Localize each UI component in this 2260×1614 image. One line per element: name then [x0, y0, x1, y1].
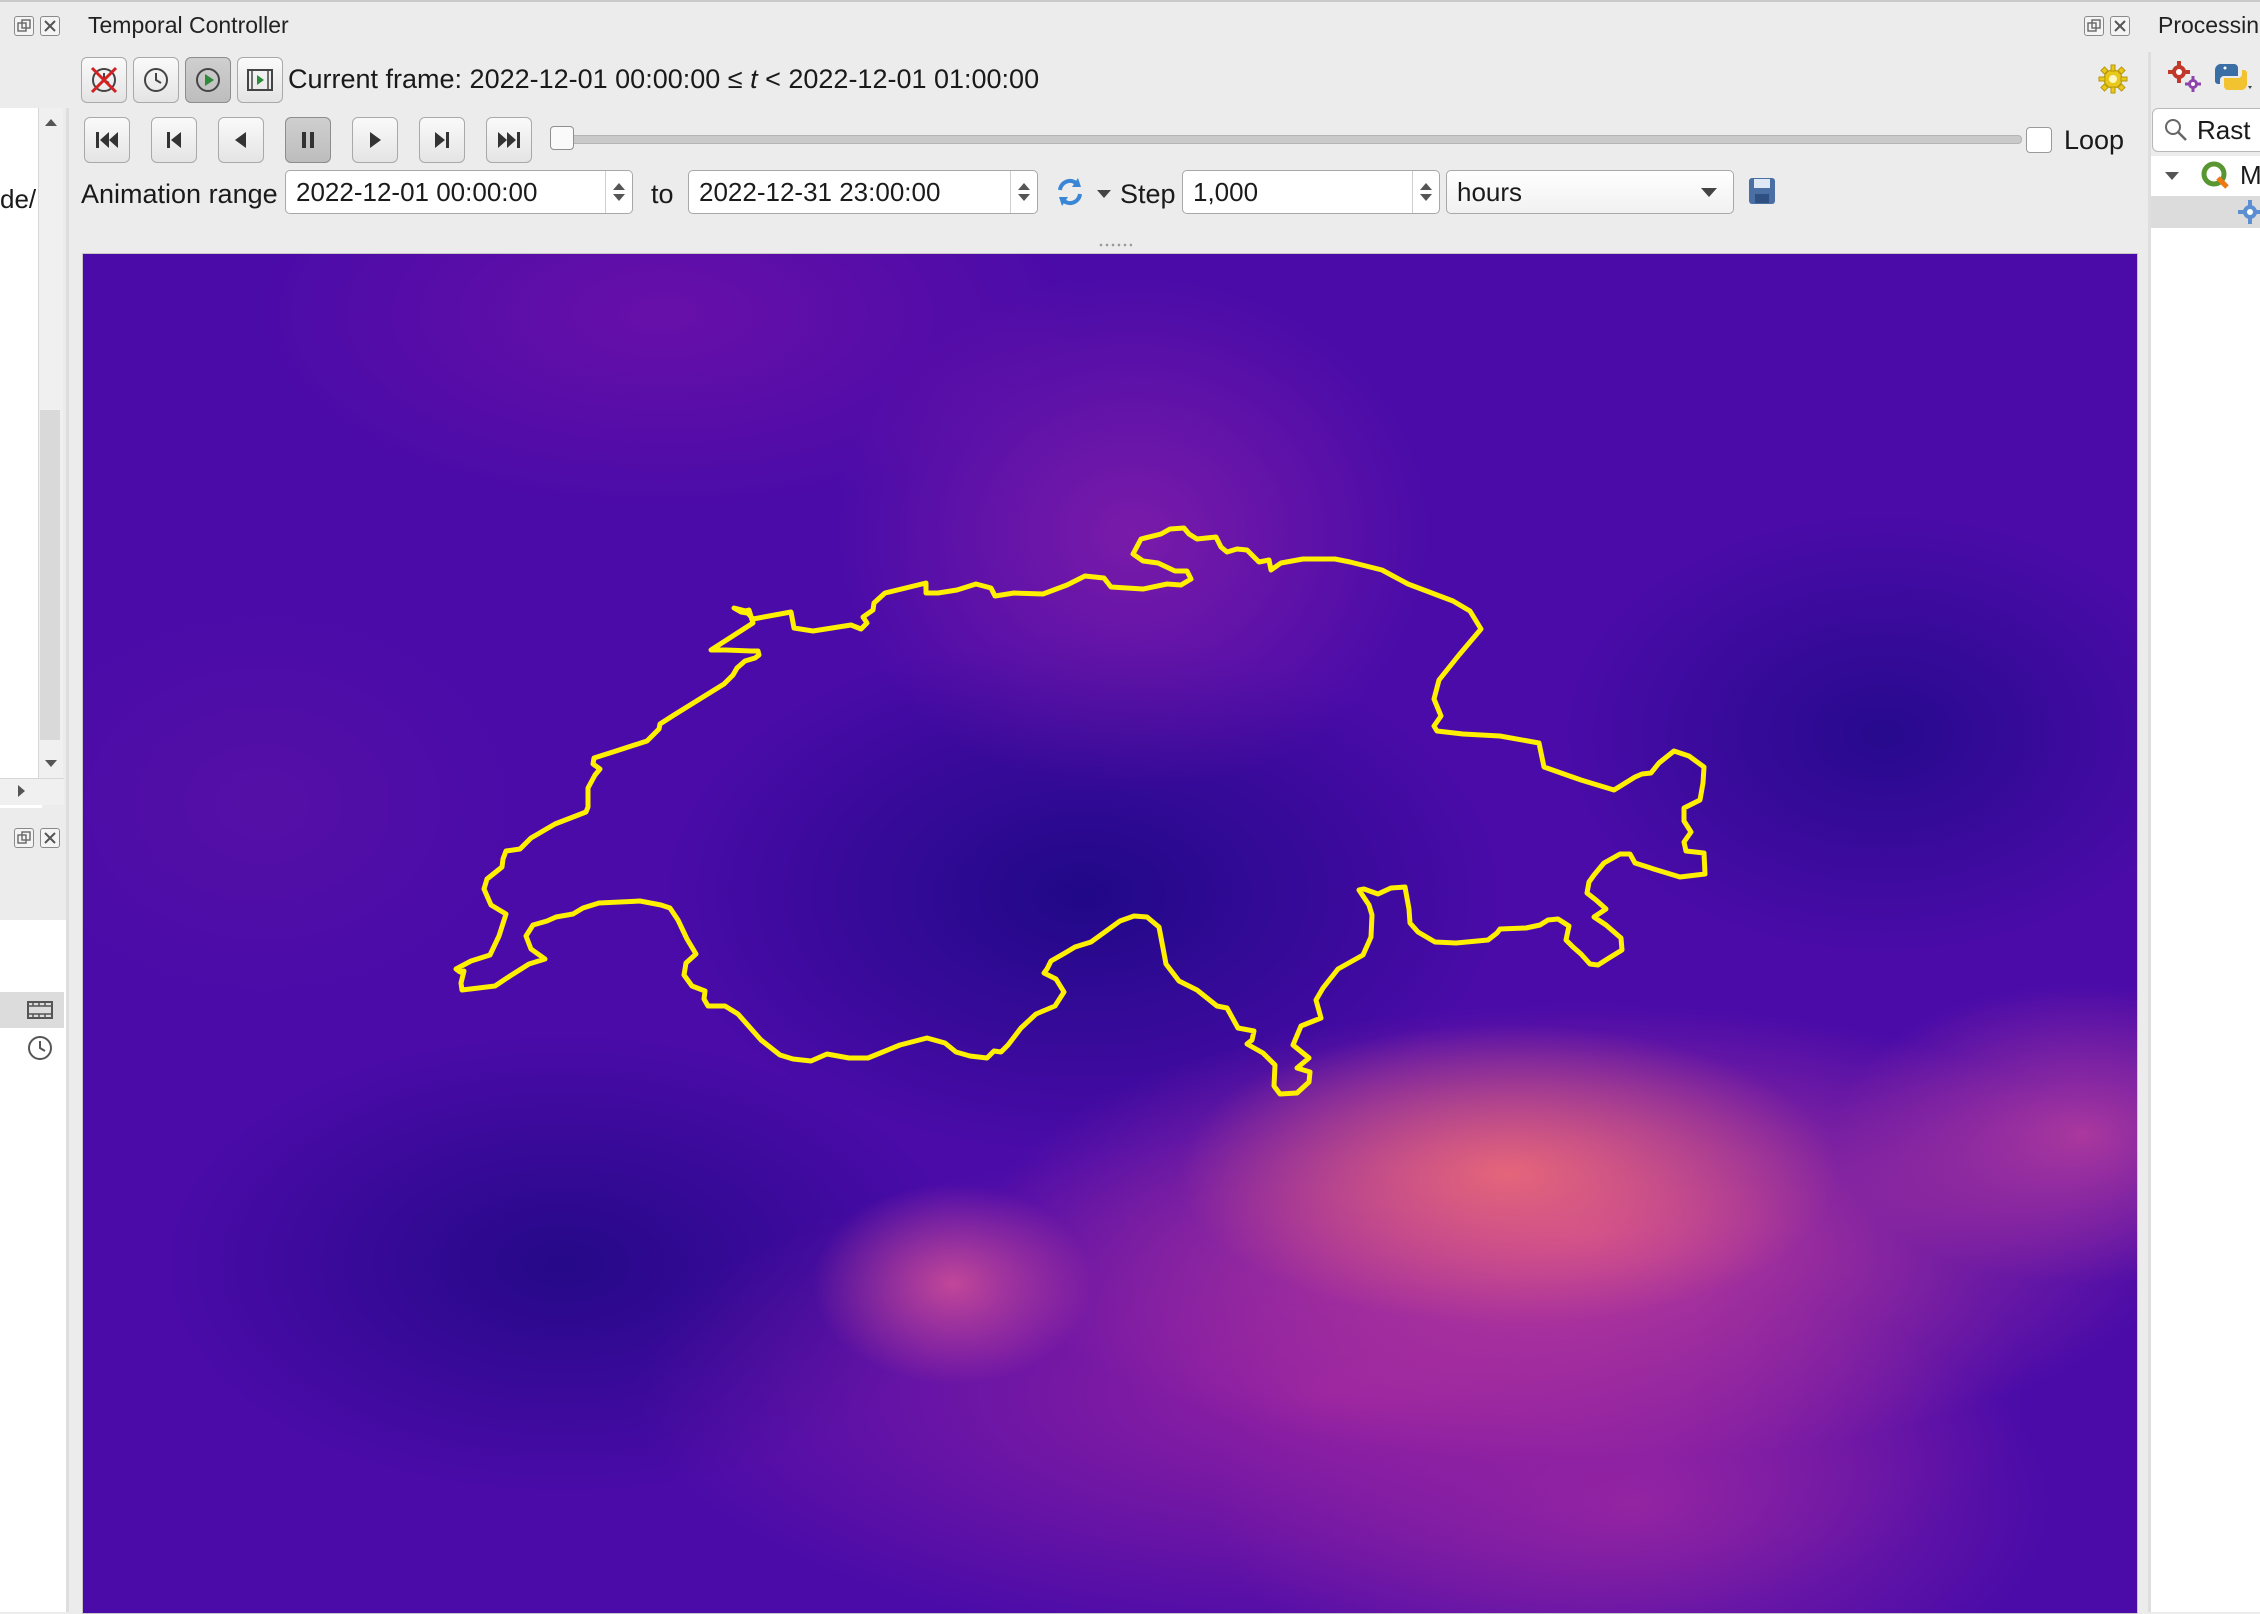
processing-search-value: Rast: [2197, 114, 2251, 145]
lower-dock-buttons: [14, 828, 60, 848]
current-frame-prefix: Current frame: 2022-12-01 00:00:00 ≤: [288, 64, 751, 94]
algorithm-gear-icon: [2236, 198, 2260, 231]
close-panel-icon[interactable]: [2110, 16, 2130, 36]
current-frame-label: Current frame: 2022-12-01 00:00:00 ≤ t <…: [288, 64, 1039, 95]
left-dock-buttons: [14, 16, 60, 36]
processing-tree: [2151, 156, 2260, 1612]
refresh-range-icon[interactable]: [1052, 174, 1088, 215]
processing-search-field[interactable]: Rast: [2152, 108, 2260, 152]
current-frame-variable: t: [750, 64, 758, 94]
temporal-settings-gear-icon[interactable]: [2096, 62, 2130, 101]
qgis-logo-icon: [2200, 160, 2230, 195]
scroll-up-icon[interactable]: [44, 114, 58, 132]
spin-arrows-icon[interactable]: [605, 171, 632, 213]
switzerland-border: [453, 525, 1708, 1097]
float-panel-icon[interactable]: [14, 16, 34, 36]
movie-frames-icon: [247, 69, 273, 91]
frame-slider-track[interactable]: [560, 135, 2022, 144]
spin-arrows-icon[interactable]: [1010, 171, 1037, 213]
left-splitter[interactable]: [66, 108, 69, 1612]
animated-navigation-button[interactable]: [185, 57, 231, 103]
chevron-down-icon: [1701, 187, 1717, 197]
pause-button[interactable]: [285, 117, 331, 163]
float-panel-icon[interactable]: [14, 828, 34, 848]
tree-item-label: M: [2240, 160, 2260, 190]
scroll-right-icon[interactable]: [17, 784, 27, 803]
float-panel-icon[interactable]: [2084, 16, 2104, 36]
pause-icon: [302, 132, 314, 148]
left-partial-text: de/: [0, 184, 37, 214]
splitter-grip[interactable]: [1098, 243, 1132, 247]
close-panel-icon[interactable]: [40, 16, 60, 36]
export-animation-save-icon[interactable]: [1746, 175, 1778, 212]
step-value-spinbox[interactable]: 1,000: [1182, 170, 1440, 214]
play-backward-button[interactable]: [218, 117, 264, 163]
skip-to-end-icon: [498, 132, 520, 148]
play-forward-icon: [370, 132, 381, 148]
play-forward-button[interactable]: [352, 117, 398, 163]
step-label: Step: [1120, 179, 1176, 209]
processing-panel-title: Processin: [2158, 12, 2259, 38]
python-icon[interactable]: [2214, 60, 2254, 99]
loop-label: Loop: [2064, 125, 2125, 155]
step-value: 1,000: [1193, 176, 1259, 207]
step-unit-value: hours: [1457, 176, 1523, 207]
step-unit-select[interactable]: hours: [1446, 170, 1734, 214]
animation-range-label: Animation range: [81, 179, 278, 209]
play-backward-icon: [235, 132, 246, 148]
step-forward-icon: [435, 132, 449, 148]
left-scrollbar-thumb[interactable]: [40, 410, 60, 740]
step-back-button[interactable]: [151, 117, 197, 163]
current-frame-suffix: < 2022-12-01 01:00:00: [757, 64, 1040, 94]
skip-to-end-button[interactable]: [486, 117, 532, 163]
movie-frames-button[interactable]: [237, 57, 283, 103]
right-dock-buttons: [2084, 16, 2130, 36]
temporal-panel-title: Temporal Controller: [88, 12, 289, 38]
skip-to-start-button[interactable]: [84, 117, 130, 163]
scroll-down-icon[interactable]: [44, 756, 58, 774]
fixed-range-button[interactable]: [133, 57, 179, 103]
range-start-value: 2022-12-01 00:00:00: [296, 176, 538, 207]
spin-arrows-icon[interactable]: [1412, 171, 1439, 213]
movie-frames-icon: [26, 998, 54, 1027]
search-icon: [2165, 119, 2187, 141]
dock-title-bar: [0, 0, 2260, 54]
refresh-options-chevron-down-icon[interactable]: [1096, 186, 1112, 204]
range-end-value: 2022-12-31 23:00:00: [699, 176, 941, 207]
frame-slider-handle[interactable]: [550, 126, 574, 150]
close-panel-icon[interactable]: [40, 828, 60, 848]
disable-temporal-navigation-icon: [90, 66, 118, 94]
to-label: to: [651, 179, 674, 209]
loop-checkbox[interactable]: [2026, 127, 2052, 153]
range-start-datetime[interactable]: 2022-12-01 00:00:00: [285, 170, 633, 214]
disable-temporal-button[interactable]: [81, 57, 127, 103]
step-back-icon: [167, 132, 181, 148]
clock-icon: [26, 1034, 54, 1067]
range-end-datetime[interactable]: 2022-12-31 23:00:00: [688, 170, 1038, 214]
left-hscrollbar[interactable]: [0, 778, 64, 805]
animated-navigation-play-icon: [196, 68, 220, 92]
skip-to-start-icon: [96, 132, 118, 148]
tree-expand-chevron-down-icon[interactable]: [2164, 168, 2180, 186]
step-forward-button[interactable]: [419, 117, 465, 163]
fixed-range-clock-icon: [144, 68, 168, 92]
map-canvas[interactable]: [82, 253, 2138, 1614]
processing-models-gear-icon[interactable]: [2166, 60, 2204, 99]
